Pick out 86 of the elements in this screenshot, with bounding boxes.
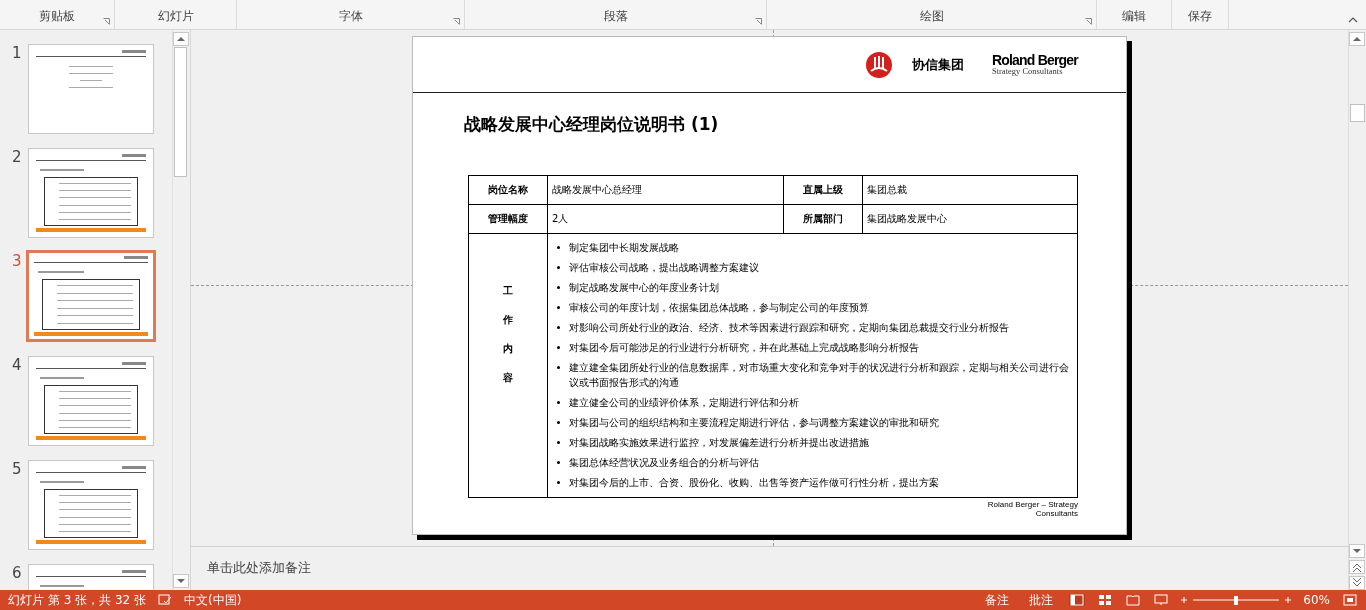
bullet-icon (557, 246, 560, 249)
duty-item: 审核公司的年度计划，依据集团总体战略，参与制定公司的年度预算 (569, 301, 869, 315)
slide-thumbnail[interactable] (28, 460, 154, 550)
slide-number: 2 (11, 148, 23, 166)
bullet-icon (557, 306, 560, 309)
slide-thumbnail[interactable] (28, 44, 154, 134)
scroll-down-icon[interactable] (1349, 544, 1365, 558)
bullet-icon (557, 441, 560, 444)
duty-item: 对影响公司所处行业的政治、经济、技术等因素进行跟踪和研究，定期向集团总裁提交行业分析报告 (569, 321, 1009, 335)
table-cell: 管理幅度 (468, 204, 548, 234)
notes-button[interactable]: 备注 (981, 591, 1014, 609)
slide-title: 战略发展中心经理岗位说明书 (1) (464, 113, 720, 136)
zoom-level[interactable]: 60% (1303, 593, 1330, 607)
language-indicator[interactable]: 中文(中国) (184, 591, 242, 609)
slideshow-icon[interactable] (1153, 594, 1170, 606)
dialog-launcher-icon[interactable] (1085, 18, 1092, 25)
ribbon-group-label: 绘图 (919, 8, 944, 25)
reading-view-icon[interactable] (1125, 594, 1142, 606)
ribbon-group-label: 剪贴板 (39, 8, 75, 25)
dialog-launcher-icon[interactable] (103, 18, 110, 25)
table-cell: 岗位名称 (468, 175, 548, 205)
dialog-launcher-icon[interactable] (755, 18, 762, 25)
duty-item: 对集团与公司的组织结构和主要流程定期进行评估，参与调整方案建议的审批和研究 (569, 416, 939, 430)
slide-count: 幻灯片 第 3 张，共 32 张 (8, 591, 146, 609)
bullet-icon (557, 266, 560, 269)
bullet-icon (557, 286, 560, 289)
duty-item: 评估审核公司战略，提出战略调整方案建议 (569, 261, 759, 275)
slide-number: 5 (11, 460, 23, 478)
slide-footer: Roland Berger – Strategy Consultants (986, 500, 1078, 519)
table-cell: 战略发展中心总经理 (547, 175, 784, 205)
ribbon-group-label: 保存 (1188, 8, 1212, 25)
spellcheck-icon[interactable] (158, 594, 172, 606)
duty-item: 建立健全公司的业绩评价体系，定期进行评估和分析 (569, 396, 799, 410)
partner-tagline: Strategy Consultants (991, 67, 1063, 76)
slide-thumbnail[interactable] (28, 356, 154, 446)
ribbon-group-label: 段落 (603, 8, 628, 25)
comments-button[interactable]: 批注 (1025, 591, 1058, 609)
slide-thumbnail[interactable] (28, 148, 154, 238)
ribbon-group-label: 字体 (338, 8, 363, 25)
slide-number: 4 (11, 356, 23, 374)
zoom-slider[interactable] (1181, 594, 1292, 606)
collapse-ribbon-icon[interactable] (1348, 17, 1358, 23)
table-cell: 集团战略发展中心 (862, 204, 1078, 234)
scroll-thumb[interactable] (174, 47, 187, 177)
bullet-icon (557, 421, 560, 424)
duty-item: 对集团战略实施效果进行监控，对发展偏差进行分析并提出改进措施 (569, 436, 869, 450)
normal-view-icon[interactable] (1069, 594, 1086, 606)
duty-item: 集团总体经营状况及业务组合的分析与评估 (569, 456, 759, 470)
bullet-icon (557, 346, 560, 349)
zoom-slider-thumb[interactable] (1234, 596, 1239, 605)
scroll-down-icon[interactable] (173, 574, 189, 588)
company-name: 协信集团 (911, 55, 964, 74)
ribbon-group-label: 幻灯片 (157, 8, 194, 25)
table-cell: 2人 (547, 204, 784, 234)
bullet-icon (557, 461, 560, 464)
next-slide-icon[interactable] (1349, 576, 1365, 590)
slide-thumbnail[interactable] (26, 250, 156, 342)
slide-number: 1 (11, 44, 23, 62)
table-cell: 集团总裁 (862, 175, 1078, 205)
fit-slide-icon[interactable] (1342, 594, 1358, 606)
duty-item: 建立建全集团所处行业的信息数据库，对市场重大变化和竞争对手的状况进行分析和跟踪，定期与相关公司进行会议或书面报告形式的沟通 (569, 361, 1070, 390)
partner-logo-text: Roland Berger (991, 53, 1078, 68)
table-cell: 所属部门 (783, 204, 863, 234)
bullet-icon (557, 481, 560, 484)
scroll-thumb[interactable] (1350, 104, 1365, 122)
previous-slide-icon[interactable] (1349, 560, 1365, 574)
bullet-icon (557, 401, 560, 404)
bullet-icon (557, 366, 560, 369)
scrollbar[interactable] (1348, 30, 1366, 590)
ribbon-group-label: 编辑 (1122, 8, 1146, 25)
dialog-launcher-icon[interactable] (453, 18, 460, 25)
scroll-up-icon[interactable] (1349, 32, 1365, 46)
grid-view-icon[interactable] (1097, 594, 1114, 606)
slide-number: 3 (11, 252, 23, 270)
scroll-up-icon[interactable] (173, 32, 189, 46)
table-cell: 直属上级 (783, 175, 863, 205)
duty-item: 制定战略发展中心的年度业务计划 (569, 281, 719, 295)
scrollbar[interactable] (172, 30, 188, 590)
bullet-icon (557, 326, 560, 329)
company-logo-icon (865, 51, 892, 78)
slide-number: 6 (11, 564, 23, 582)
duty-item: 对集团今后的上市、合资、股份化、收购、出售等资产运作做可行性分析，提出方案 (569, 476, 939, 490)
duty-item: 制定集团中长期发展战略 (569, 241, 679, 255)
vertical-label: 工作内容 (503, 284, 513, 385)
notes-placeholder[interactable]: 单击此处添加备注 (207, 560, 311, 575)
duty-item: 对集团今后可能涉足的行业进行分析研究，并在此基础上完成战略影响分析报告 (569, 341, 919, 355)
